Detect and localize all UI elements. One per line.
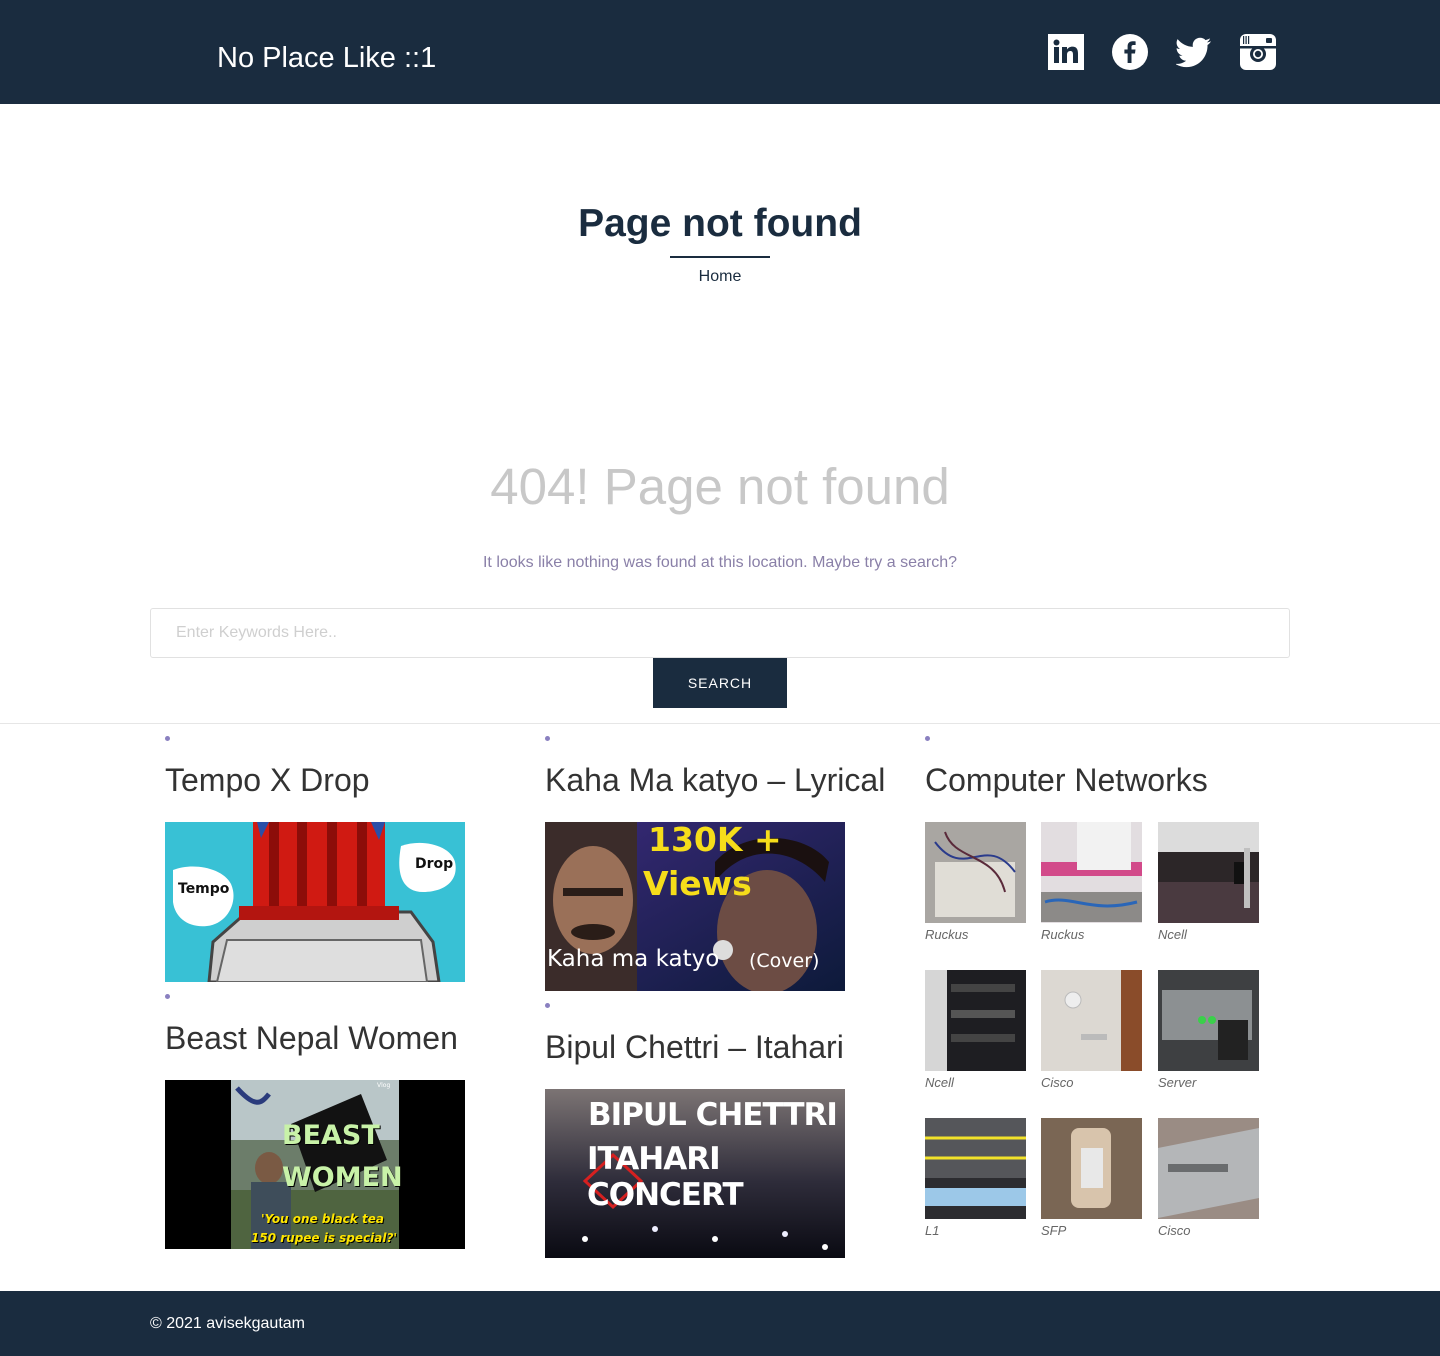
gallery-image[interactable] (1041, 1118, 1142, 1219)
linkedin-icon[interactable] (1048, 34, 1084, 70)
thumb-text-kaha: Kaha ma katyo (547, 946, 720, 972)
video-thumbnail-tempo[interactable]: Tempo Drop (165, 822, 465, 982)
gallery-image[interactable] (925, 822, 1026, 923)
widget-title-networks: Computer Networks (925, 762, 1208, 798)
gallery-caption: SFP (1041, 1223, 1067, 1238)
widget-title-kaha: Kaha Ma katyo – Lyrical (545, 762, 886, 798)
gallery-photo (1041, 970, 1142, 1071)
gallery-photo (925, 822, 1026, 923)
breadcrumb-home-link[interactable]: Home (0, 267, 1440, 287)
widget-title-tempo: Tempo X Drop (165, 762, 370, 798)
gallery-photo (1158, 1118, 1259, 1219)
tempo-drop-illustration (165, 822, 465, 982)
gallery-photo (1041, 1118, 1142, 1219)
video-thumbnail-beast[interactable]: BEAST WOMEN 'You one black tea 150 rupee… (165, 1080, 465, 1249)
gallery-caption: L1 (925, 1223, 940, 1238)
facebook-icon[interactable] (1112, 34, 1148, 70)
thumb-text-views: Views (643, 864, 752, 903)
gallery-photo (1158, 822, 1259, 923)
title-underline (670, 256, 770, 258)
thumb-text-itahari: ITAHARI CONCERT (587, 1141, 744, 1213)
gallery-caption: Cisco (1158, 1223, 1191, 1238)
thumb-text-bipul: BIPUL CHETTRI (588, 1097, 838, 1133)
not-found-heading: 404! Page not found (490, 458, 950, 515)
thumb-caption-1: 'You one black tea (261, 1212, 384, 1226)
video-thumbnail-kaha[interactable]: 130K + Views Kaha ma katyo (Cover) (545, 822, 845, 991)
site-header: No Place Like ::1 (0, 0, 1440, 104)
gallery-caption: Ruckus (1041, 927, 1085, 942)
gallery-image[interactable] (1158, 822, 1259, 923)
gallery-image[interactable] (1158, 1118, 1259, 1219)
gallery-photo (1041, 822, 1142, 923)
gallery-photo (925, 1118, 1026, 1219)
thumb-label-tempo: Tempo (178, 881, 230, 897)
video-thumbnail-bipul[interactable]: BIPUL CHETTRI ITAHARI CONCERT (545, 1089, 845, 1258)
bullet-dot (165, 994, 170, 999)
thumb-text-views-count: 130K + (648, 822, 782, 859)
gallery-photo (925, 970, 1026, 1071)
bullet-dot (545, 1003, 550, 1008)
twitter-icon[interactable] (1176, 34, 1212, 70)
thumb-label-drop: Drop (415, 856, 454, 872)
page-title: Page not found (578, 202, 862, 245)
thumb-text-beast: BEAST (282, 1120, 380, 1151)
bullet-dot (545, 736, 550, 741)
thumb-tag: Vlog (377, 1082, 391, 1089)
gallery-caption: Ncell (1158, 927, 1187, 942)
widget-title-beast: Beast Nepal Women (165, 1020, 458, 1056)
gallery-caption: Ncell (925, 1075, 954, 1090)
widget-title-bipul: Bipul Chettri – Itahari (545, 1029, 844, 1065)
thumb-text-women: WOMEN (282, 1162, 403, 1193)
gallery-photo (1158, 970, 1259, 1071)
bullet-dot (925, 736, 930, 741)
gallery-image[interactable] (925, 970, 1026, 1071)
thumb-text-cover: (Cover) (749, 950, 820, 972)
instagram-icon[interactable] (1240, 34, 1276, 70)
not-found-message: It looks like nothing was found at this … (482, 554, 958, 571)
gallery-caption: Cisco (1041, 1075, 1074, 1090)
gallery-image[interactable] (1041, 822, 1142, 923)
section-divider (0, 723, 1440, 724)
gallery-caption: Ruckus (925, 927, 969, 942)
site-title-link[interactable]: No Place Like ::1 (217, 40, 436, 76)
copyright-text: © 2021 avisekgautam (150, 1315, 305, 1332)
gallery-image[interactable] (925, 1118, 1026, 1219)
search-button[interactable]: SEARCH (653, 658, 787, 708)
gallery-caption: Server (1158, 1075, 1197, 1090)
search-input[interactable] (150, 608, 1290, 658)
thumb-caption-2: 150 rupee is special?' (251, 1231, 398, 1245)
gallery-image[interactable] (1158, 970, 1259, 1071)
bullet-dot (165, 736, 170, 741)
gallery-image[interactable] (1041, 970, 1142, 1071)
